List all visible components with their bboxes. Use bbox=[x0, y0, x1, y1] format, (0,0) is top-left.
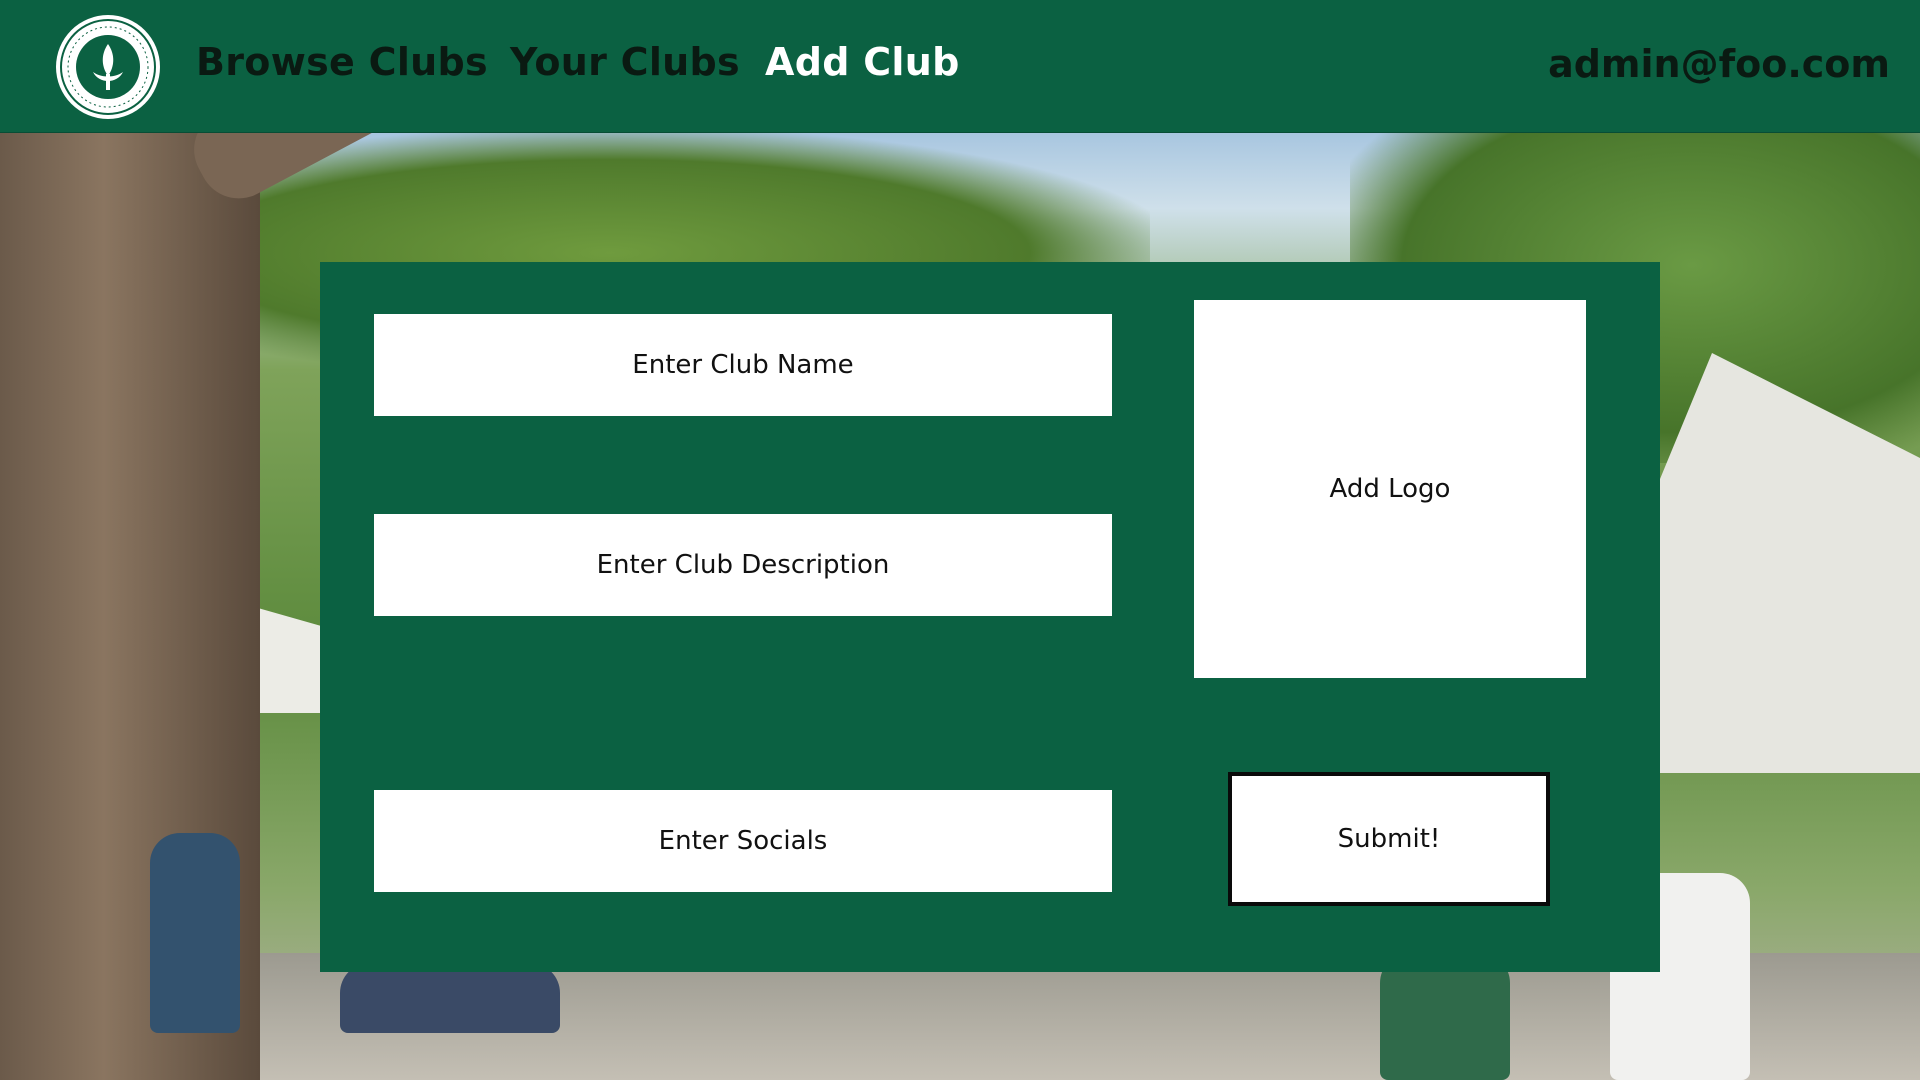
university-seal-logo[interactable] bbox=[55, 14, 161, 120]
nav-browse-clubs[interactable]: Browse Clubs bbox=[196, 40, 488, 84]
nav-add-club[interactable]: Add Club bbox=[765, 40, 960, 84]
user-email-menu[interactable]: admin@foo.com bbox=[1548, 42, 1890, 86]
top-navbar: Browse Clubs Your Clubs Add Club admin@f… bbox=[0, 0, 1920, 133]
person bbox=[150, 833, 240, 1033]
add-logo-dropzone[interactable]: Add Logo bbox=[1194, 300, 1586, 678]
socials-input[interactable] bbox=[374, 790, 1112, 892]
club-name-input[interactable] bbox=[374, 314, 1112, 416]
add-logo-label: Add Logo bbox=[1329, 474, 1451, 504]
add-club-form: Add Logo Submit! bbox=[320, 262, 1660, 972]
person bbox=[340, 963, 560, 1033]
submit-button[interactable]: Submit! bbox=[1228, 772, 1550, 906]
club-description-input[interactable] bbox=[374, 514, 1112, 616]
person bbox=[1380, 953, 1510, 1080]
nav-your-clubs[interactable]: Your Clubs bbox=[510, 40, 740, 84]
